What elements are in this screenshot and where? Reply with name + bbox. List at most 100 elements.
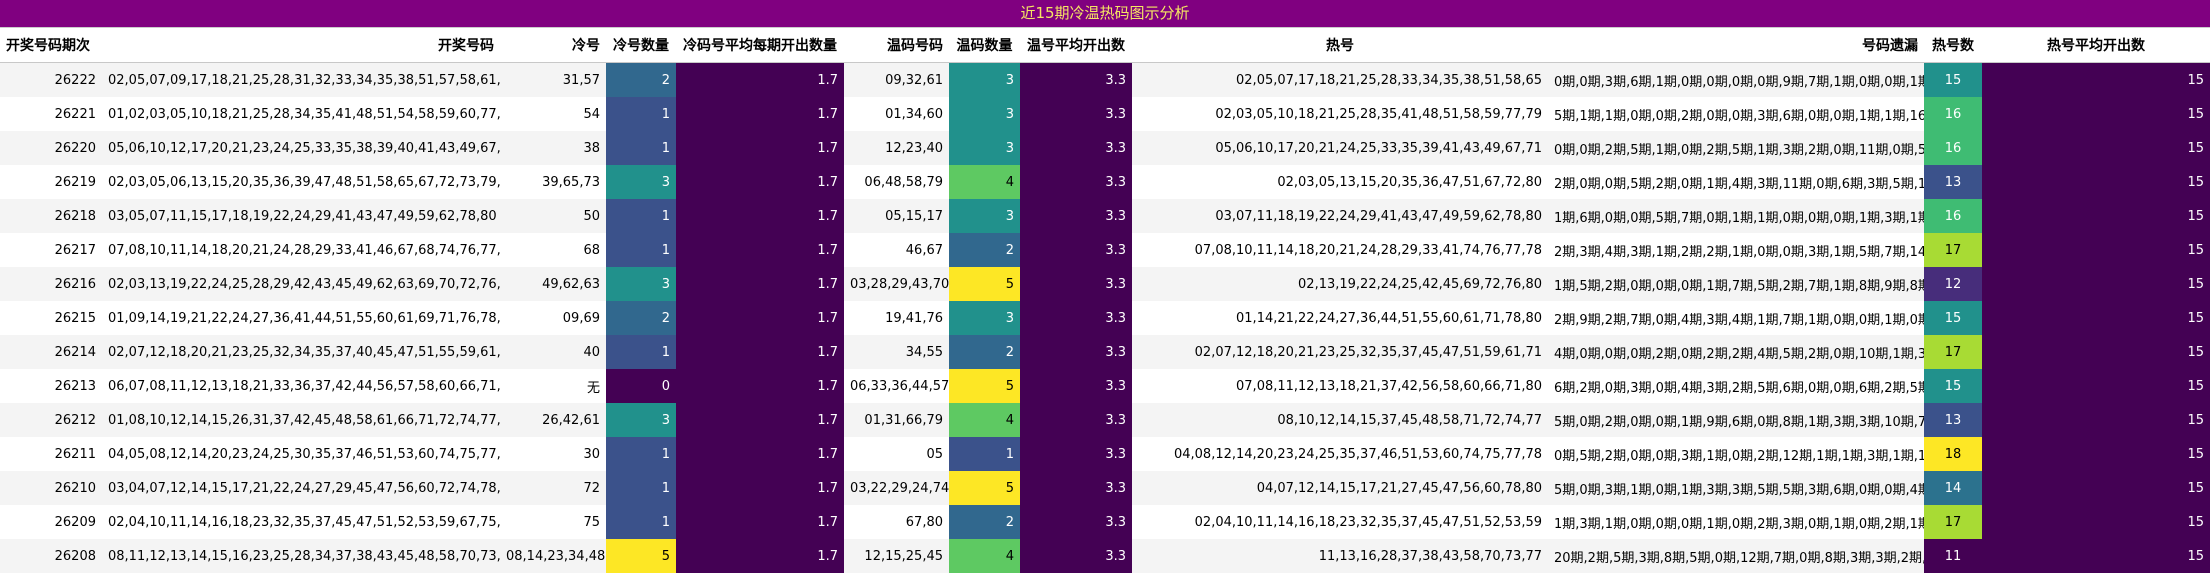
table-row: 26216 02,03,13,19,22,24,25,28,29,42,43,45… [0, 267, 2210, 301]
cell-warm-avg: 3.3 [1020, 62, 1132, 97]
cell-cold: 68 [500, 233, 606, 267]
cell-warm-avg: 3.3 [1020, 505, 1132, 539]
cell-hot-avg: 15 [1982, 267, 2210, 301]
cell-hot-avg: 15 [1982, 165, 2210, 199]
cell-cold-count: 1 [606, 335, 676, 369]
cell-hot-count: 17 [1924, 505, 1982, 539]
cell-cold-avg: 1.7 [676, 267, 844, 301]
cell-hot-count: 16 [1924, 199, 1982, 233]
table-row: 26212 01,08,10,12,14,15,26,31,37,42,45,48… [0, 403, 2210, 437]
cell-cold-count: 1 [606, 131, 676, 165]
cell-cold: 08,14,23,34,48 [500, 539, 606, 573]
cell-warm: 03,28,29,43,70 [844, 267, 949, 301]
cell-hot-avg: 15 [1982, 471, 2210, 505]
cell-cold-count: 1 [606, 97, 676, 131]
cell-miss: 6期,2期,0期,3期,0期,4期,3期,2期,5期,6期,0期,0期,6期,2… [1548, 369, 1924, 403]
table-row: 26222 02,05,07,09,17,18,21,25,28,31,32,33… [0, 62, 2210, 97]
cell-warm-avg: 3.3 [1020, 97, 1132, 131]
cell-hot-count: 15 [1924, 62, 1982, 97]
cell-hot-avg: 15 [1982, 335, 2210, 369]
cell-numbers: 02,03,13,19,22,24,25,28,29,42,43,45,49,6… [102, 267, 500, 301]
cell-miss: 2期,0期,0期,5期,2期,0期,1期,4期,3期,11期,0期,6期,3期,… [1548, 165, 1924, 199]
cell-numbers: 03,05,07,11,15,17,18,19,22,24,29,41,43,4… [102, 199, 500, 233]
cell-miss: 5期,1期,1期,0期,0期,2期,0期,0期,3期,6期,0期,0期,1期,1… [1548, 97, 1924, 131]
cell-miss: 0期,0期,3期,6期,1期,0期,0期,0期,0期,9期,7期,1期,0期,0… [1548, 62, 1924, 97]
cell-issue: 26210 [0, 471, 102, 505]
cell-hot-count: 16 [1924, 97, 1982, 131]
cell-warm: 34,55 [844, 335, 949, 369]
cell-warm-count: 4 [949, 539, 1020, 573]
cell-issue: 26215 [0, 301, 102, 335]
cell-miss: 2期,9期,2期,7期,0期,4期,3期,4期,1期,7期,1期,0期,0期,1… [1548, 301, 1924, 335]
cell-issue: 26213 [0, 369, 102, 403]
cell-miss: 1期,3期,1期,0期,0期,0期,1期,0期,2期,3期,0期,1期,0期,2… [1548, 505, 1924, 539]
cell-hot-count: 18 [1924, 437, 1982, 471]
cell-cold: 无 [500, 369, 606, 403]
col-warm[interactable]: 温码号码 [844, 28, 949, 63]
cell-cold: 49,62,63 [500, 267, 606, 301]
col-warm-avg[interactable]: 温号平均开出数 [1020, 28, 1132, 63]
table-row: 26211 04,05,08,12,14,20,23,24,25,30,35,37… [0, 437, 2210, 471]
table-row: 26220 05,06,10,12,17,20,21,23,24,25,33,35… [0, 131, 2210, 165]
col-warm-count[interactable]: 温码数量 [949, 28, 1020, 63]
col-hot[interactable]: 热号 [1132, 28, 1548, 63]
cell-hot-count: 13 [1924, 165, 1982, 199]
cell-warm: 05,15,17 [844, 199, 949, 233]
cell-cold-avg: 1.7 [676, 471, 844, 505]
cell-issue: 26209 [0, 505, 102, 539]
col-cold-avg[interactable]: 冷码号平均每期开出数量 [676, 28, 844, 63]
cell-miss: 2期,3期,4期,3期,1期,2期,2期,1期,0期,0期,3期,1期,5期,7… [1548, 233, 1924, 267]
header-row: 开奖号码期次 开奖号码 冷号 冷号数量 冷码号平均每期开出数量 温码号码 温码数… [0, 28, 2210, 63]
col-numbers[interactable]: 开奖号码 [102, 28, 500, 63]
cell-warm: 19,41,76 [844, 301, 949, 335]
cell-hot-count: 12 [1924, 267, 1982, 301]
cell-cold-avg: 1.7 [676, 369, 844, 403]
table-row: 26219 02,03,05,06,13,15,20,35,36,39,47,48… [0, 165, 2210, 199]
cell-cold: 75 [500, 505, 606, 539]
cell-miss: 20期,2期,5期,3期,8期,5期,0期,12期,7期,0期,8期,3期,3期… [1548, 539, 1924, 573]
cell-cold-avg: 1.7 [676, 233, 844, 267]
cell-hot: 04,08,12,14,20,23,24,25,35,37,46,51,53,6… [1132, 437, 1548, 471]
hot-cold-table: 开奖号码期次 开奖号码 冷号 冷号数量 冷码号平均每期开出数量 温码号码 温码数… [0, 28, 2210, 573]
cell-numbers: 08,11,12,13,14,15,16,23,25,28,34,37,38,4… [102, 539, 500, 573]
cell-cold-avg: 1.7 [676, 165, 844, 199]
table-row: 26214 02,07,12,18,20,21,23,25,32,34,35,37… [0, 335, 2210, 369]
cell-warm: 05 [844, 437, 949, 471]
col-hot-avg[interactable]: 热号平均开出数 [1982, 28, 2210, 63]
cell-warm-count: 3 [949, 199, 1020, 233]
cell-hot-count: 17 [1924, 335, 1982, 369]
cell-hot-avg: 15 [1982, 97, 2210, 131]
cell-hot-count: 13 [1924, 403, 1982, 437]
cell-warm: 03,22,29,24,74 [844, 471, 949, 505]
cell-hot-count: 15 [1924, 369, 1982, 403]
cell-warm-count: 4 [949, 403, 1020, 437]
table-row: 26213 06,07,08,11,12,13,18,21,33,36,37,42… [0, 369, 2210, 403]
cell-miss: 5期,0期,3期,1期,0期,1期,3期,3期,5期,5期,3期,6期,0期,0… [1548, 471, 1924, 505]
col-cold-count[interactable]: 冷号数量 [606, 28, 676, 63]
cell-cold: 72 [500, 471, 606, 505]
col-miss[interactable]: 号码遗漏 [1548, 28, 1924, 63]
cell-issue: 26219 [0, 165, 102, 199]
cell-warm-avg: 3.3 [1020, 233, 1132, 267]
cell-issue: 26217 [0, 233, 102, 267]
cell-warm: 12,23,40 [844, 131, 949, 165]
cell-numbers: 02,03,05,06,13,15,20,35,36,39,47,48,51,5… [102, 165, 500, 199]
cell-cold-avg: 1.7 [676, 403, 844, 437]
cell-cold-count: 3 [606, 403, 676, 437]
cell-warm: 09,32,61 [844, 62, 949, 97]
cell-hot-avg: 15 [1982, 131, 2210, 165]
cell-issue: 26212 [0, 403, 102, 437]
col-cold[interactable]: 冷号 [500, 28, 606, 63]
cell-hot-avg: 15 [1982, 505, 2210, 539]
table-row: 26217 07,08,10,11,14,18,20,21,24,28,29,33… [0, 233, 2210, 267]
cell-warm-count: 5 [949, 369, 1020, 403]
cell-warm: 46,67 [844, 233, 949, 267]
cell-cold: 38 [500, 131, 606, 165]
col-issue[interactable]: 开奖号码期次 [0, 28, 102, 63]
cell-cold-avg: 1.7 [676, 301, 844, 335]
cell-hot: 08,10,12,14,15,37,45,48,58,71,72,74,77 [1132, 403, 1548, 437]
cell-numbers: 07,08,10,11,14,18,20,21,24,28,29,33,41,4… [102, 233, 500, 267]
cell-warm-count: 2 [949, 335, 1020, 369]
col-hot-count[interactable]: 热号数 [1924, 28, 1982, 63]
cell-cold-count: 2 [606, 62, 676, 97]
